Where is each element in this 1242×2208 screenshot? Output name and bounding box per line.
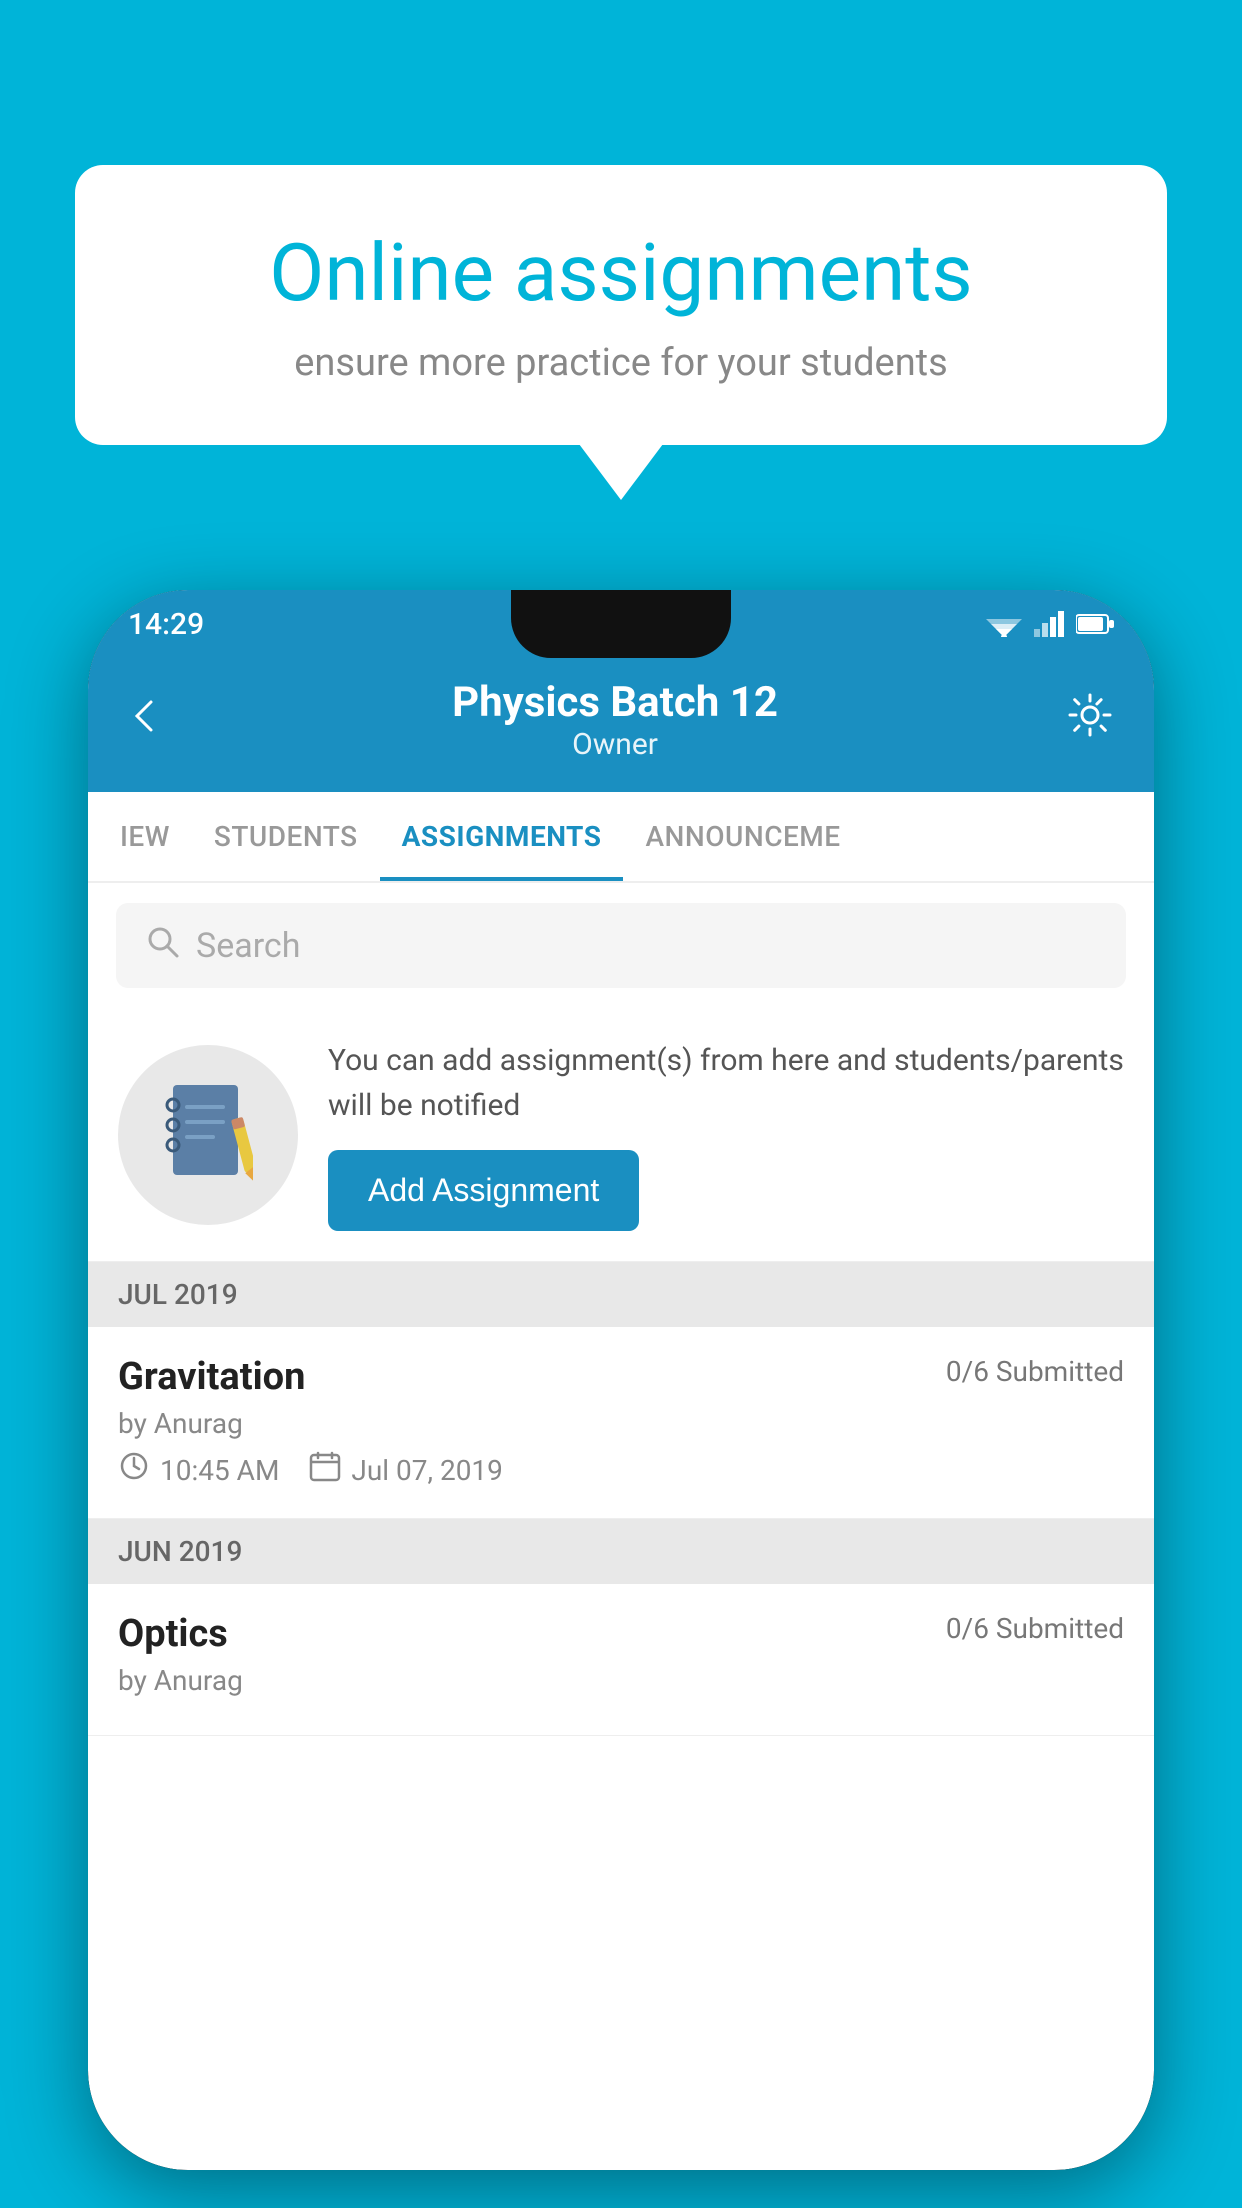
settings-button[interactable] bbox=[1066, 691, 1114, 750]
optics-row1: Optics 0/6 Submitted bbox=[118, 1612, 1124, 1656]
tab-announcements[interactable]: ANNOUNCEME bbox=[623, 792, 862, 881]
tabs-bar: IEW STUDENTS ASSIGNMENTS ANNOUNCEME bbox=[88, 792, 1154, 883]
section-jun-2019: JUN 2019 bbox=[88, 1519, 1154, 1584]
assignment-time-meta: 10:45 AM bbox=[118, 1450, 279, 1490]
add-assignment-section: You can add assignment(s) from here and … bbox=[88, 1008, 1154, 1262]
assignment-name: Gravitation bbox=[118, 1355, 305, 1399]
tab-students[interactable]: STUDENTS bbox=[192, 792, 380, 881]
assignment-icon-circle bbox=[118, 1045, 298, 1225]
search-icon bbox=[144, 923, 180, 968]
bubble-title: Online assignments bbox=[155, 225, 1087, 321]
header-title-area: Physics Batch 12 Owner bbox=[164, 678, 1066, 762]
status-time: 14:29 bbox=[128, 607, 204, 642]
assignment-date: Jul 07, 2019 bbox=[351, 1454, 503, 1487]
assignment-item-optics[interactable]: Optics 0/6 Submitted by Anurag bbox=[88, 1584, 1154, 1736]
assignment-description: You can add assignment(s) from here and … bbox=[328, 1038, 1124, 1128]
optics-name: Optics bbox=[118, 1612, 228, 1656]
wifi-icon bbox=[986, 611, 1022, 637]
optics-submitted: 0/6 Submitted bbox=[946, 1612, 1124, 1645]
clock-icon bbox=[118, 1450, 150, 1490]
tab-assignments[interactable]: ASSIGNMENTS bbox=[380, 792, 624, 881]
assignment-item-gravitation[interactable]: Gravitation 0/6 Submitted by Anurag 10:4… bbox=[88, 1327, 1154, 1519]
tab-iew[interactable]: IEW bbox=[98, 792, 192, 881]
assignment-time: 10:45 AM bbox=[160, 1454, 279, 1487]
status-bar: 14:29 bbox=[88, 590, 1154, 658]
header-title: Physics Batch 12 bbox=[164, 678, 1066, 727]
notch bbox=[511, 590, 731, 658]
app-header: Physics Batch 12 Owner bbox=[88, 658, 1154, 792]
search-container: Search bbox=[88, 883, 1154, 1008]
battery-icon bbox=[1076, 613, 1114, 635]
signal-icon bbox=[1034, 611, 1064, 637]
assignment-row1: Gravitation 0/6 Submitted bbox=[118, 1355, 1124, 1399]
bubble-subtitle: ensure more practice for your students bbox=[155, 341, 1087, 385]
assignment-meta-row: 10:45 AM Jul 07, 2019 bbox=[118, 1450, 1124, 1490]
optics-by: by Anurag bbox=[118, 1664, 1124, 1697]
calendar-icon bbox=[309, 1450, 341, 1490]
speech-bubble: Online assignments ensure more practice … bbox=[75, 165, 1167, 445]
header-subtitle: Owner bbox=[164, 727, 1066, 762]
assignment-by: by Anurag bbox=[118, 1407, 1124, 1440]
phone-screen: 14:29 bbox=[88, 590, 1154, 2170]
notebook-icon bbox=[163, 1080, 253, 1190]
add-assignment-button[interactable]: Add Assignment bbox=[328, 1150, 639, 1231]
section-jul-2019: JUL 2019 bbox=[88, 1262, 1154, 1327]
assignment-submitted: 0/6 Submitted bbox=[946, 1355, 1124, 1388]
back-button[interactable] bbox=[128, 697, 164, 744]
status-icons bbox=[986, 611, 1114, 637]
search-placeholder: Search bbox=[196, 926, 300, 966]
phone-frame: 14:29 bbox=[88, 590, 1154, 2170]
assignment-date-meta: Jul 07, 2019 bbox=[309, 1450, 503, 1490]
speech-bubble-container: Online assignments ensure more practice … bbox=[75, 165, 1167, 445]
search-bar[interactable]: Search bbox=[116, 903, 1126, 988]
assignment-info: You can add assignment(s) from here and … bbox=[328, 1038, 1124, 1231]
